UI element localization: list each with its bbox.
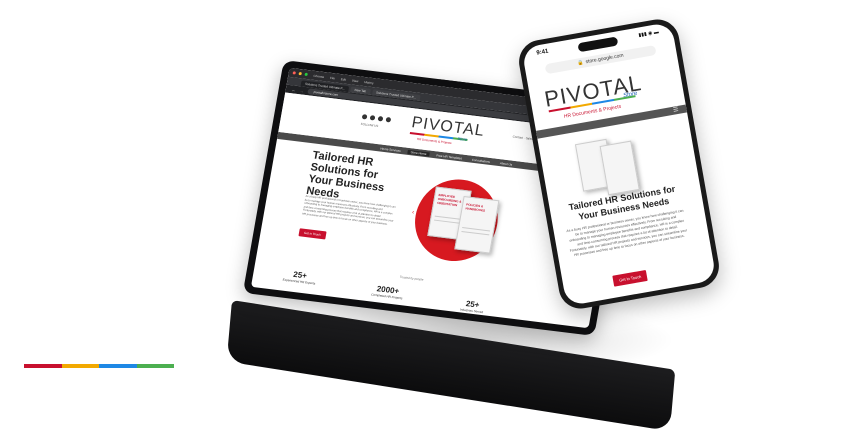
menu-item[interactable]: Chrome	[313, 73, 324, 78]
carousel-prev-icon[interactable]: ‹	[412, 210, 415, 216]
linkedin-icon[interactable]	[377, 116, 384, 122]
stripe-blue	[99, 364, 137, 368]
menu-item[interactable]: Edit	[341, 77, 347, 82]
trusted-label: Trusted by people	[399, 274, 424, 282]
minimize-window-dot[interactable]	[298, 71, 302, 76]
stat-experts: 25+ Experienced HR Experts	[282, 269, 317, 286]
phone-status-icons: ▮▮▮ ◉ ▬	[638, 29, 660, 39]
stat-projects: 2000+ Completed HR Projects	[371, 284, 404, 300]
forward-arrow-icon[interactable]: →	[299, 88, 304, 93]
menu-item[interactable]: View	[352, 78, 359, 83]
follow-label: FOLLOW US	[360, 121, 379, 129]
logo-store-label: Store	[457, 135, 468, 142]
zoom-window-dot[interactable]	[304, 72, 308, 77]
get-in-touch-button[interactable]: Get in Touch	[298, 228, 327, 240]
stripe-yellow	[61, 364, 99, 368]
instagram-icon[interactable]	[385, 116, 392, 123]
hamburger-menu-icon[interactable]: ☰	[673, 107, 679, 114]
phone-time: 9:41	[536, 48, 549, 57]
social-icons	[361, 114, 392, 123]
stat-industries: 25+ Industries Served	[460, 299, 485, 314]
close-window-dot[interactable]	[292, 71, 296, 75]
phone-url-text: store.google.com	[585, 52, 625, 66]
phone-get-in-touch-button[interactable]: Get in Touch	[612, 269, 649, 287]
lock-icon: 🔒	[577, 59, 585, 67]
product-book-policies[interactable]: POLICIES & HANDBOOKS	[454, 195, 500, 254]
twitter-icon[interactable]	[369, 115, 376, 121]
menu-item[interactable]: File	[330, 75, 336, 80]
logo-subtitle: HR Documents & Projects	[416, 136, 452, 146]
stripe-red	[24, 364, 62, 368]
back-arrow-icon[interactable]: ←	[291, 87, 296, 92]
book-title: POLICIES & HANDBOOKS	[465, 202, 486, 213]
book-line	[461, 230, 490, 236]
menu-item[interactable]: History	[364, 80, 374, 85]
stripe-green	[136, 364, 174, 368]
phone-url-bar[interactable]: 🔒 store.google.com	[544, 44, 657, 75]
contact-link[interactable]: Contact · Sales	[512, 135, 533, 141]
brand-color-stripe	[24, 364, 174, 368]
dynamic-island	[577, 36, 619, 53]
phone-logo-store-label: Store	[622, 90, 638, 100]
facebook-icon[interactable]	[361, 114, 368, 120]
